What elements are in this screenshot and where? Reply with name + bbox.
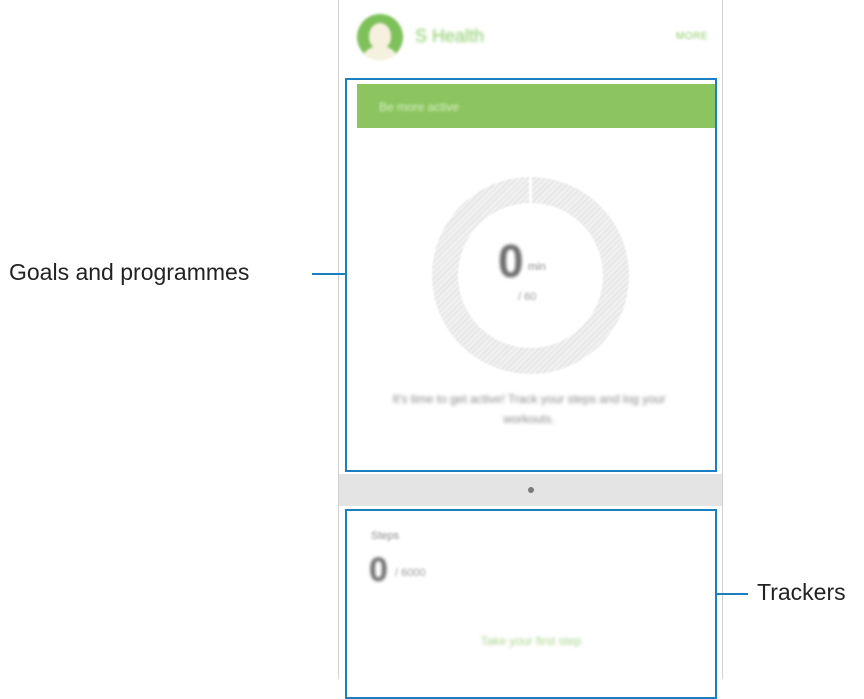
app-bar: S Health MORE <box>339 0 722 76</box>
app-title: S Health <box>415 26 485 46</box>
goals-highlight-frame <box>345 78 717 472</box>
pager-dot-active[interactable] <box>528 487 534 493</box>
pager-strip <box>339 474 722 506</box>
more-button[interactable]: MORE <box>676 31 708 42</box>
goals-callout-line <box>312 273 345 275</box>
trackers-callout-line <box>717 593 748 595</box>
trackers-highlight-frame <box>345 509 717 699</box>
trackers-callout-label: Trackers <box>757 579 846 605</box>
goals-callout-label: Goals and programmes <box>9 259 250 285</box>
avatar-body <box>363 46 397 60</box>
user-avatar-icon[interactable] <box>357 14 403 60</box>
